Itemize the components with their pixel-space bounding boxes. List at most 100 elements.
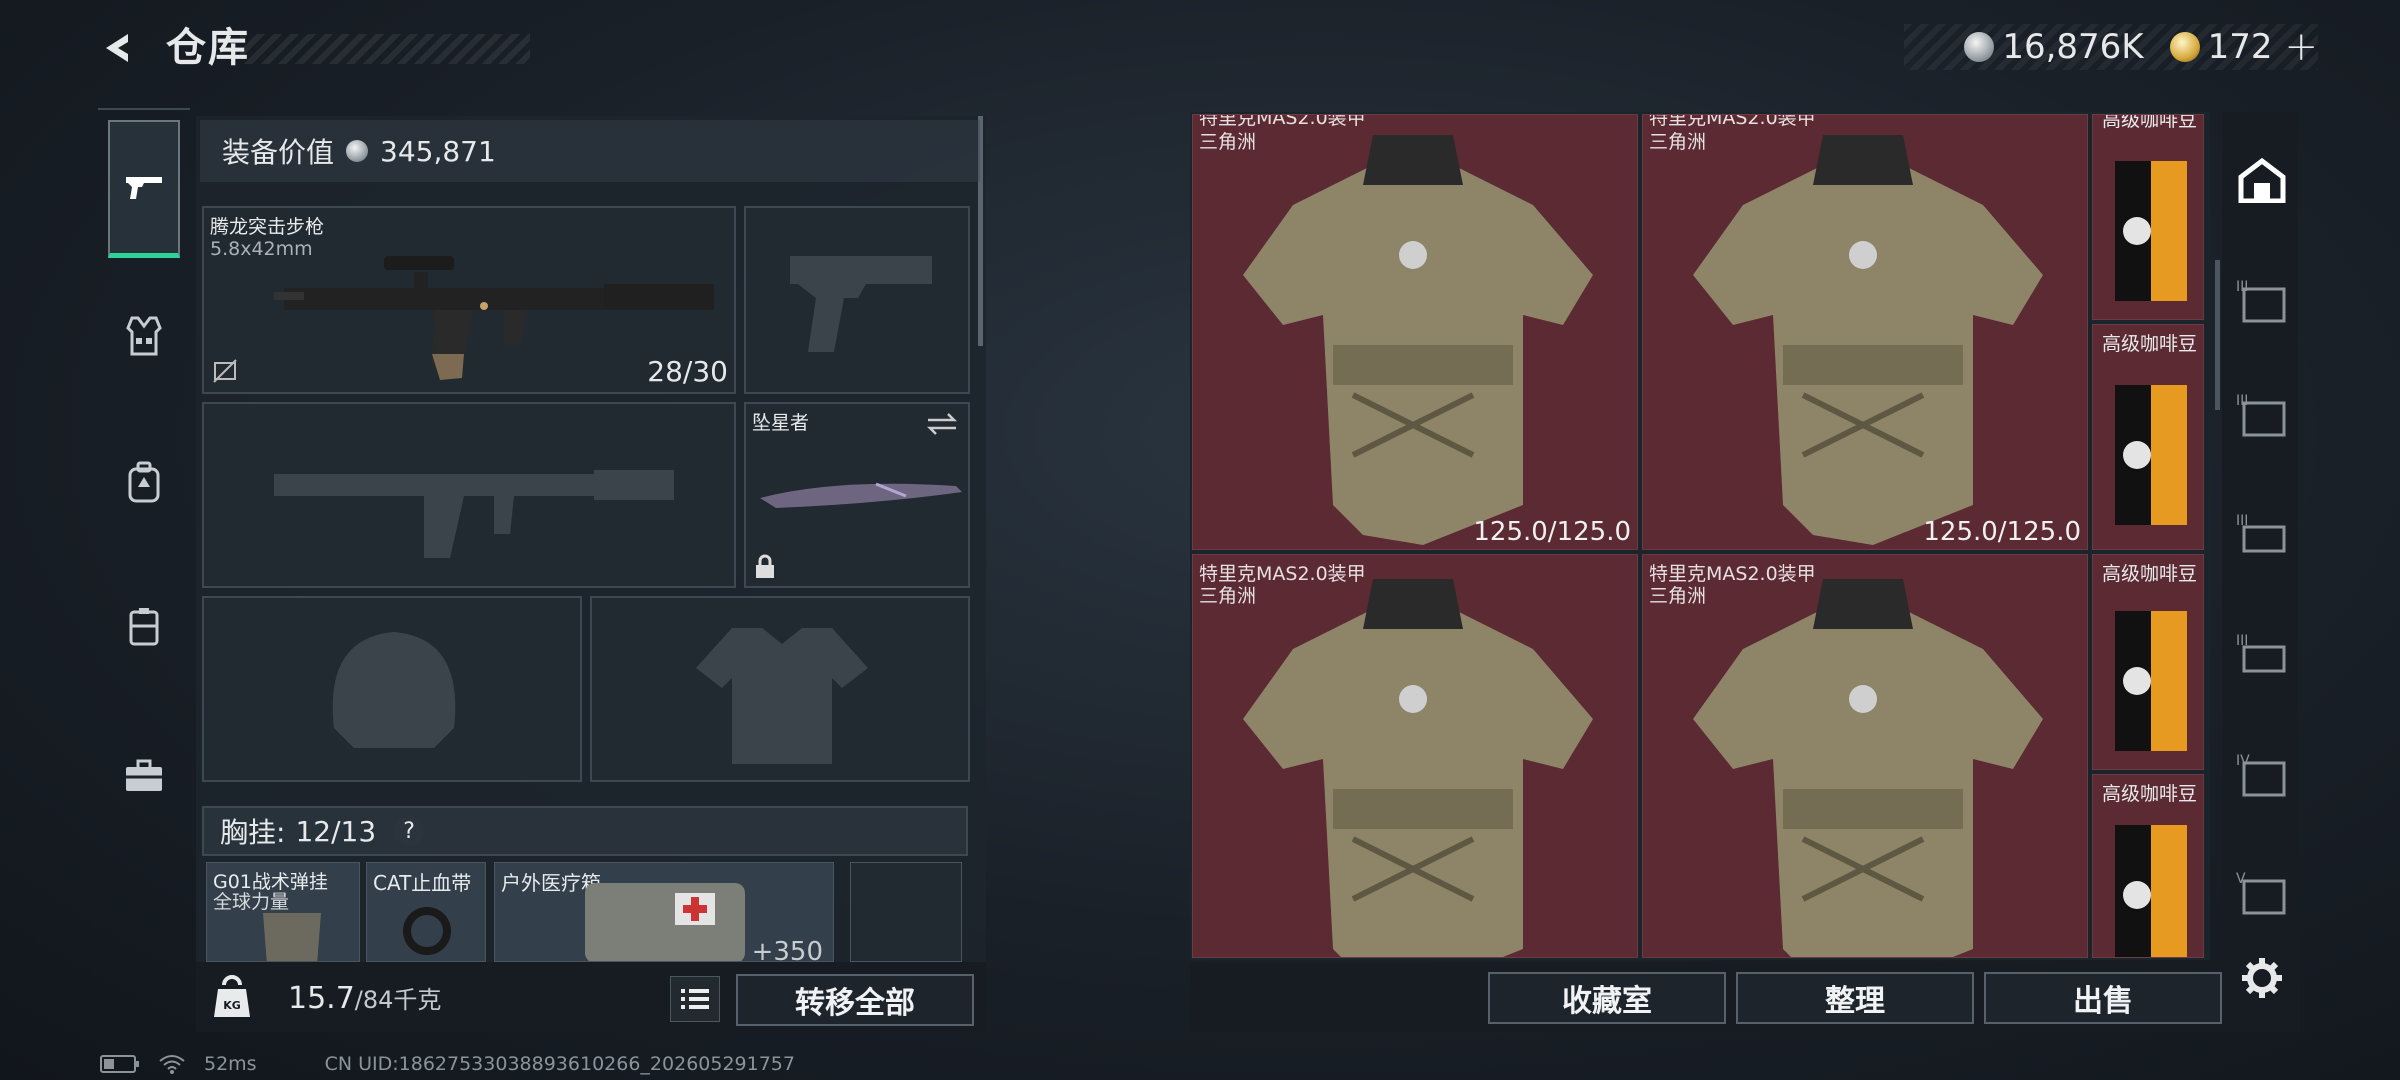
storage-scrollbar[interactable] (2215, 260, 2220, 410)
chest-item-name: CAT止血带 (373, 871, 472, 895)
rail-toolbox-tab[interactable] (108, 740, 180, 812)
warehouse-icon (2238, 157, 2286, 203)
rail-weapons-tab[interactable] (108, 120, 180, 258)
storage-armor-item[interactable]: 特里克MAS2.0装甲 三角洲 125.0/125.0 (1192, 114, 1638, 550)
storage-tab-3c[interactable]: III (2234, 506, 2290, 562)
category-rail (98, 108, 190, 858)
back-button[interactable] (92, 22, 144, 74)
list-icon (681, 989, 709, 1009)
silver-coin-icon (346, 140, 369, 162)
silver-coin-icon (1964, 32, 1995, 62)
collection-room-button[interactable]: 收藏室 (1488, 972, 1726, 1024)
chest-item-medkit[interactable]: 户外医疗箱 +350 (494, 862, 834, 962)
equipment-value: 345,871 (380, 134, 496, 168)
settings-button[interactable] (2240, 956, 2284, 1000)
sell-button[interactable]: 出售 (1984, 972, 2222, 1024)
storage-coffee-item[interactable]: 高级咖啡豆 (2092, 774, 2204, 958)
item-name: 高级咖啡豆 (2101, 114, 2197, 131)
storage-tab-4[interactable]: IV (2234, 746, 2290, 802)
medkit-count: +350 (751, 937, 823, 962)
storage-coffee-item[interactable]: 高级咖啡豆 (2092, 324, 2204, 550)
helmet-slot[interactable] (202, 596, 582, 782)
chest-rig-header: 胸挂: 12/13 ? (202, 806, 968, 856)
storage-tab-3b[interactable]: III (2234, 386, 2290, 442)
storage-coffee-item[interactable]: 高级咖啡豆 (2092, 114, 2204, 320)
primary-weapon-slot[interactable]: 腾龙突击步枪 5.8x42mm 28/30 (202, 206, 736, 394)
storage-armor-item[interactable]: 特里克MAS2.0装甲 三角洲 125.0/125.0 (1642, 114, 2088, 550)
item-name: 高级咖啡豆 (2101, 783, 2197, 805)
weight-max: /84千克 (354, 986, 442, 1014)
rig-image (263, 913, 321, 961)
svg-text:III: III (2236, 279, 2248, 295)
body-armor-image (1243, 135, 1593, 545)
storage-box-icon: III (2236, 513, 2286, 553)
storage-tab-main[interactable] (2234, 152, 2290, 208)
gold-coin-icon (2169, 32, 2200, 62)
lock-icon (756, 554, 774, 578)
svg-text:III: III (2236, 393, 2248, 409)
rail-container-tab[interactable] (108, 590, 180, 662)
chest-rig-help-button[interactable]: ? (394, 816, 425, 846)
body-armor-image (1693, 135, 2043, 545)
storage-box-icon: V (2236, 871, 2286, 915)
storage-tab-3d[interactable]: III (2234, 626, 2290, 682)
storage-armor-item[interactable]: 特里克MAS2.0装甲 三角洲 (1192, 554, 1638, 958)
chest-item-tourniquet[interactable]: CAT止血带 (366, 862, 486, 962)
weapon-ammo: 28/30 (647, 355, 728, 388)
item-durability: 125.0/125.0 (1923, 517, 2081, 547)
item-name: 高级咖啡豆 (2101, 333, 2197, 355)
toolbox-icon (126, 759, 162, 791)
backpack-icon (128, 461, 160, 503)
page-title: 仓库 (166, 25, 250, 71)
weight-readout: 15.7/84千克 (288, 980, 441, 1016)
gold-currency[interactable]: 172 + (2169, 24, 2318, 70)
rail-backpack-tab[interactable] (108, 446, 180, 518)
wifi-icon (159, 1055, 185, 1074)
battery-icon (100, 1055, 139, 1073)
coffee-bag-image (2115, 161, 2187, 301)
gear-icon (2242, 958, 2282, 998)
title-decoration (240, 34, 530, 64)
helmet-placeholder-icon (332, 632, 456, 748)
case-icon (129, 608, 159, 646)
storage-armor-item[interactable]: 特里克MAS2.0装甲 三角洲 (1642, 554, 2088, 958)
secondary-weapon-slot[interactable] (202, 402, 736, 588)
pistol-placeholder-icon (790, 256, 932, 352)
weight-icon: KG (214, 975, 250, 1017)
add-currency-button[interactable]: + (2284, 24, 2318, 70)
chest-item-rig[interactable]: G01战术弹挂 全球力量 (206, 862, 360, 962)
chest-rig-label: 胸挂: (220, 816, 286, 849)
pistol-slot[interactable] (744, 206, 970, 394)
rail-armor-tab[interactable] (108, 300, 180, 372)
armor-placeholder-icon (696, 628, 868, 764)
sort-button[interactable]: 整理 (1736, 972, 1974, 1024)
body-armor-image (1693, 579, 2043, 957)
item-name: 高级咖啡豆 (2101, 563, 2197, 585)
list-view-button[interactable] (670, 976, 720, 1022)
storage-coffee-item[interactable]: 高级咖啡豆 (2092, 554, 2204, 770)
item-durability: 125.0/125.0 (1473, 517, 1631, 547)
storage-tab-5[interactable]: V (2234, 864, 2290, 920)
storage-tab-3[interactable]: III (2234, 272, 2290, 328)
storage-box-icon: IV (2236, 753, 2286, 797)
equipment-value-label: 装备价值 (222, 136, 335, 169)
transfer-all-button[interactable]: 转移全部 (736, 974, 974, 1026)
weight-current: 15.7 (288, 981, 355, 1016)
silver-currency: 16,876K (1964, 27, 2144, 67)
storage-tabs: III III III III IV V (2222, 112, 2298, 1032)
ping-text: 52ms (204, 1053, 257, 1075)
melee-slot[interactable]: 坠星者 (744, 402, 970, 588)
melee-name: 坠星者 (752, 412, 810, 434)
gold-amount: 172 (2207, 27, 2273, 67)
back-arrow-icon (106, 34, 128, 62)
uid-text: CN UID:18627533038893610266_202605291757 (324, 1053, 795, 1075)
no-mod-icon (213, 359, 237, 383)
swap-icon[interactable] (926, 412, 958, 436)
body-armor-slot[interactable] (590, 596, 970, 782)
chest-item-empty[interactable] (850, 862, 962, 962)
body-armor-image (1243, 579, 1593, 957)
vest-icon (126, 316, 162, 356)
coffee-bag-image (2115, 825, 2187, 957)
currency-bar: 16,876K 172 + (1904, 24, 2318, 70)
silver-amount: 16,876K (2002, 27, 2144, 67)
